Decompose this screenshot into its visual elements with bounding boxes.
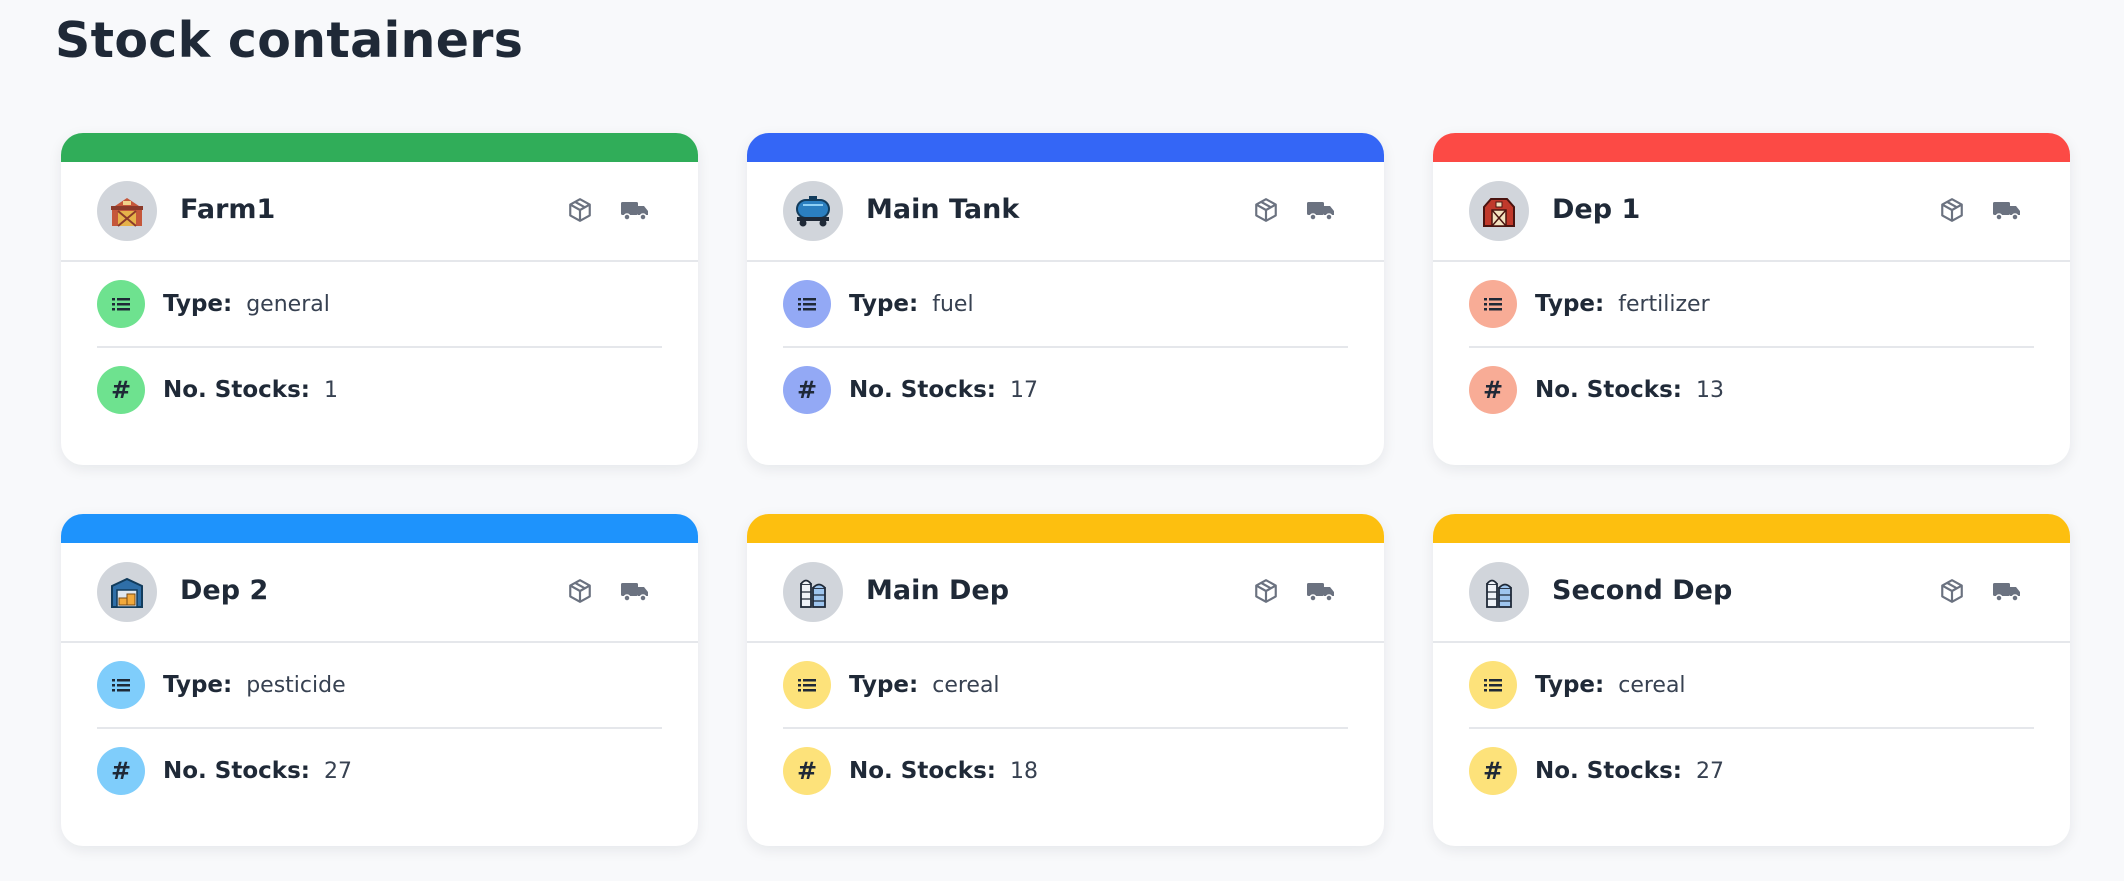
stocks-label: No. Stocks: xyxy=(1535,377,1682,403)
list-icon xyxy=(1469,280,1517,328)
stocks-row: # No. Stocks: 27 xyxy=(1469,729,2034,813)
list-icon xyxy=(783,661,831,709)
type-row: Type: fertilizer xyxy=(1469,262,2034,348)
type-value: pesticide xyxy=(246,672,346,698)
stocks-row: # No. Stocks: 1 xyxy=(97,348,662,432)
truck-icon[interactable] xyxy=(1991,196,2023,224)
fuel-tank-icon xyxy=(783,181,843,241)
box-icon[interactable] xyxy=(1252,196,1280,224)
type-row: Type: fuel xyxy=(783,262,1348,348)
stock-container-card[interactable]: Farm1 Type: general # No. Stocks: 1 xyxy=(61,133,698,465)
stock-container-card[interactable]: Main Tank Type: fuel # No. Stocks: 17 xyxy=(747,133,1384,465)
card-header: Dep 1 xyxy=(1433,162,2070,262)
card-title: Main Tank xyxy=(866,194,1020,225)
card-header: Farm1 xyxy=(61,162,698,262)
type-value: fuel xyxy=(932,291,974,317)
card-header: Main Dep xyxy=(747,543,1384,643)
stock-container-card[interactable]: Dep 2 Type: pesticide # No. Stocks: 27 xyxy=(61,514,698,846)
card-header: Dep 2 xyxy=(61,543,698,643)
type-value: general xyxy=(246,291,330,317)
type-row: Type: cereal xyxy=(1469,643,2034,729)
card-accent-stripe xyxy=(1433,514,2070,543)
barn-icon xyxy=(1469,181,1529,241)
type-value: cereal xyxy=(932,672,1000,698)
hash-icon: # xyxy=(1469,747,1517,795)
stocks-value: 18 xyxy=(1009,758,1038,784)
stocks-label: No. Stocks: xyxy=(849,377,996,403)
box-icon[interactable] xyxy=(1938,196,1966,224)
card-accent-stripe xyxy=(1433,133,2070,162)
silo-icon xyxy=(783,562,843,622)
card-accent-stripe xyxy=(61,514,698,543)
silo-icon xyxy=(1469,562,1529,622)
stocks-value: 27 xyxy=(1695,758,1724,784)
stocks-row: # No. Stocks: 13 xyxy=(1469,348,2034,432)
list-icon xyxy=(783,280,831,328)
list-icon xyxy=(1469,661,1517,709)
card-accent-stripe xyxy=(747,133,1384,162)
card-title: Dep 2 xyxy=(180,575,269,606)
box-icon[interactable] xyxy=(566,196,594,224)
stocks-value: 17 xyxy=(1009,377,1038,403)
truck-icon[interactable] xyxy=(1305,196,1337,224)
card-title: Farm1 xyxy=(180,194,276,225)
stocks-label: No. Stocks: xyxy=(849,758,996,784)
stock-container-card[interactable]: Dep 1 Type: fertilizer # No. Stocks: 13 xyxy=(1433,133,2070,465)
page-title: Stock containers xyxy=(55,12,524,69)
card-accent-stripe xyxy=(747,514,1384,543)
stock-container-card[interactable]: Main Dep Type: cereal # No. Stocks: 18 xyxy=(747,514,1384,846)
page: Stock containers Farm1 Type: general # N… xyxy=(0,0,2124,881)
stocks-row: # No. Stocks: 18 xyxy=(783,729,1348,813)
stock-container-card[interactable]: Second Dep Type: cereal # No. Stocks: 27 xyxy=(1433,514,2070,846)
card-header: Second Dep xyxy=(1433,543,2070,643)
type-label: Type: xyxy=(163,291,233,317)
card-accent-stripe xyxy=(61,133,698,162)
card-title: Second Dep xyxy=(1552,575,1733,606)
stocks-value: 27 xyxy=(323,758,352,784)
list-icon xyxy=(97,661,145,709)
stock-container-grid: Farm1 Type: general # No. Stocks: 1 Main… xyxy=(61,133,2070,846)
type-label: Type: xyxy=(849,672,919,698)
box-icon[interactable] xyxy=(1938,577,1966,605)
stocks-value: 1 xyxy=(323,377,338,403)
type-label: Type: xyxy=(1535,672,1605,698)
list-icon xyxy=(97,280,145,328)
warehouse-icon xyxy=(97,181,157,241)
type-row: Type: general xyxy=(97,262,662,348)
hash-icon: # xyxy=(97,366,145,414)
card-title: Main Dep xyxy=(866,575,1010,606)
type-label: Type: xyxy=(163,672,233,698)
type-value: cereal xyxy=(1618,672,1686,698)
stocks-value: 13 xyxy=(1695,377,1724,403)
type-label: Type: xyxy=(849,291,919,317)
stocks-row: # No. Stocks: 27 xyxy=(97,729,662,813)
truck-icon[interactable] xyxy=(1305,577,1337,605)
hash-icon: # xyxy=(783,366,831,414)
type-row: Type: cereal xyxy=(783,643,1348,729)
type-row: Type: pesticide xyxy=(97,643,662,729)
stocks-label: No. Stocks: xyxy=(163,377,310,403)
truck-icon[interactable] xyxy=(1991,577,2023,605)
hash-icon: # xyxy=(783,747,831,795)
depot-icon xyxy=(97,562,157,622)
stocks-label: No. Stocks: xyxy=(1535,758,1682,784)
stocks-row: # No. Stocks: 17 xyxy=(783,348,1348,432)
truck-icon[interactable] xyxy=(619,196,651,224)
truck-icon[interactable] xyxy=(619,577,651,605)
hash-icon: # xyxy=(97,747,145,795)
box-icon[interactable] xyxy=(1252,577,1280,605)
hash-icon: # xyxy=(1469,366,1517,414)
box-icon[interactable] xyxy=(566,577,594,605)
card-title: Dep 1 xyxy=(1552,194,1641,225)
card-header: Main Tank xyxy=(747,162,1384,262)
type-label: Type: xyxy=(1535,291,1605,317)
stocks-label: No. Stocks: xyxy=(163,758,310,784)
type-value: fertilizer xyxy=(1618,291,1710,317)
